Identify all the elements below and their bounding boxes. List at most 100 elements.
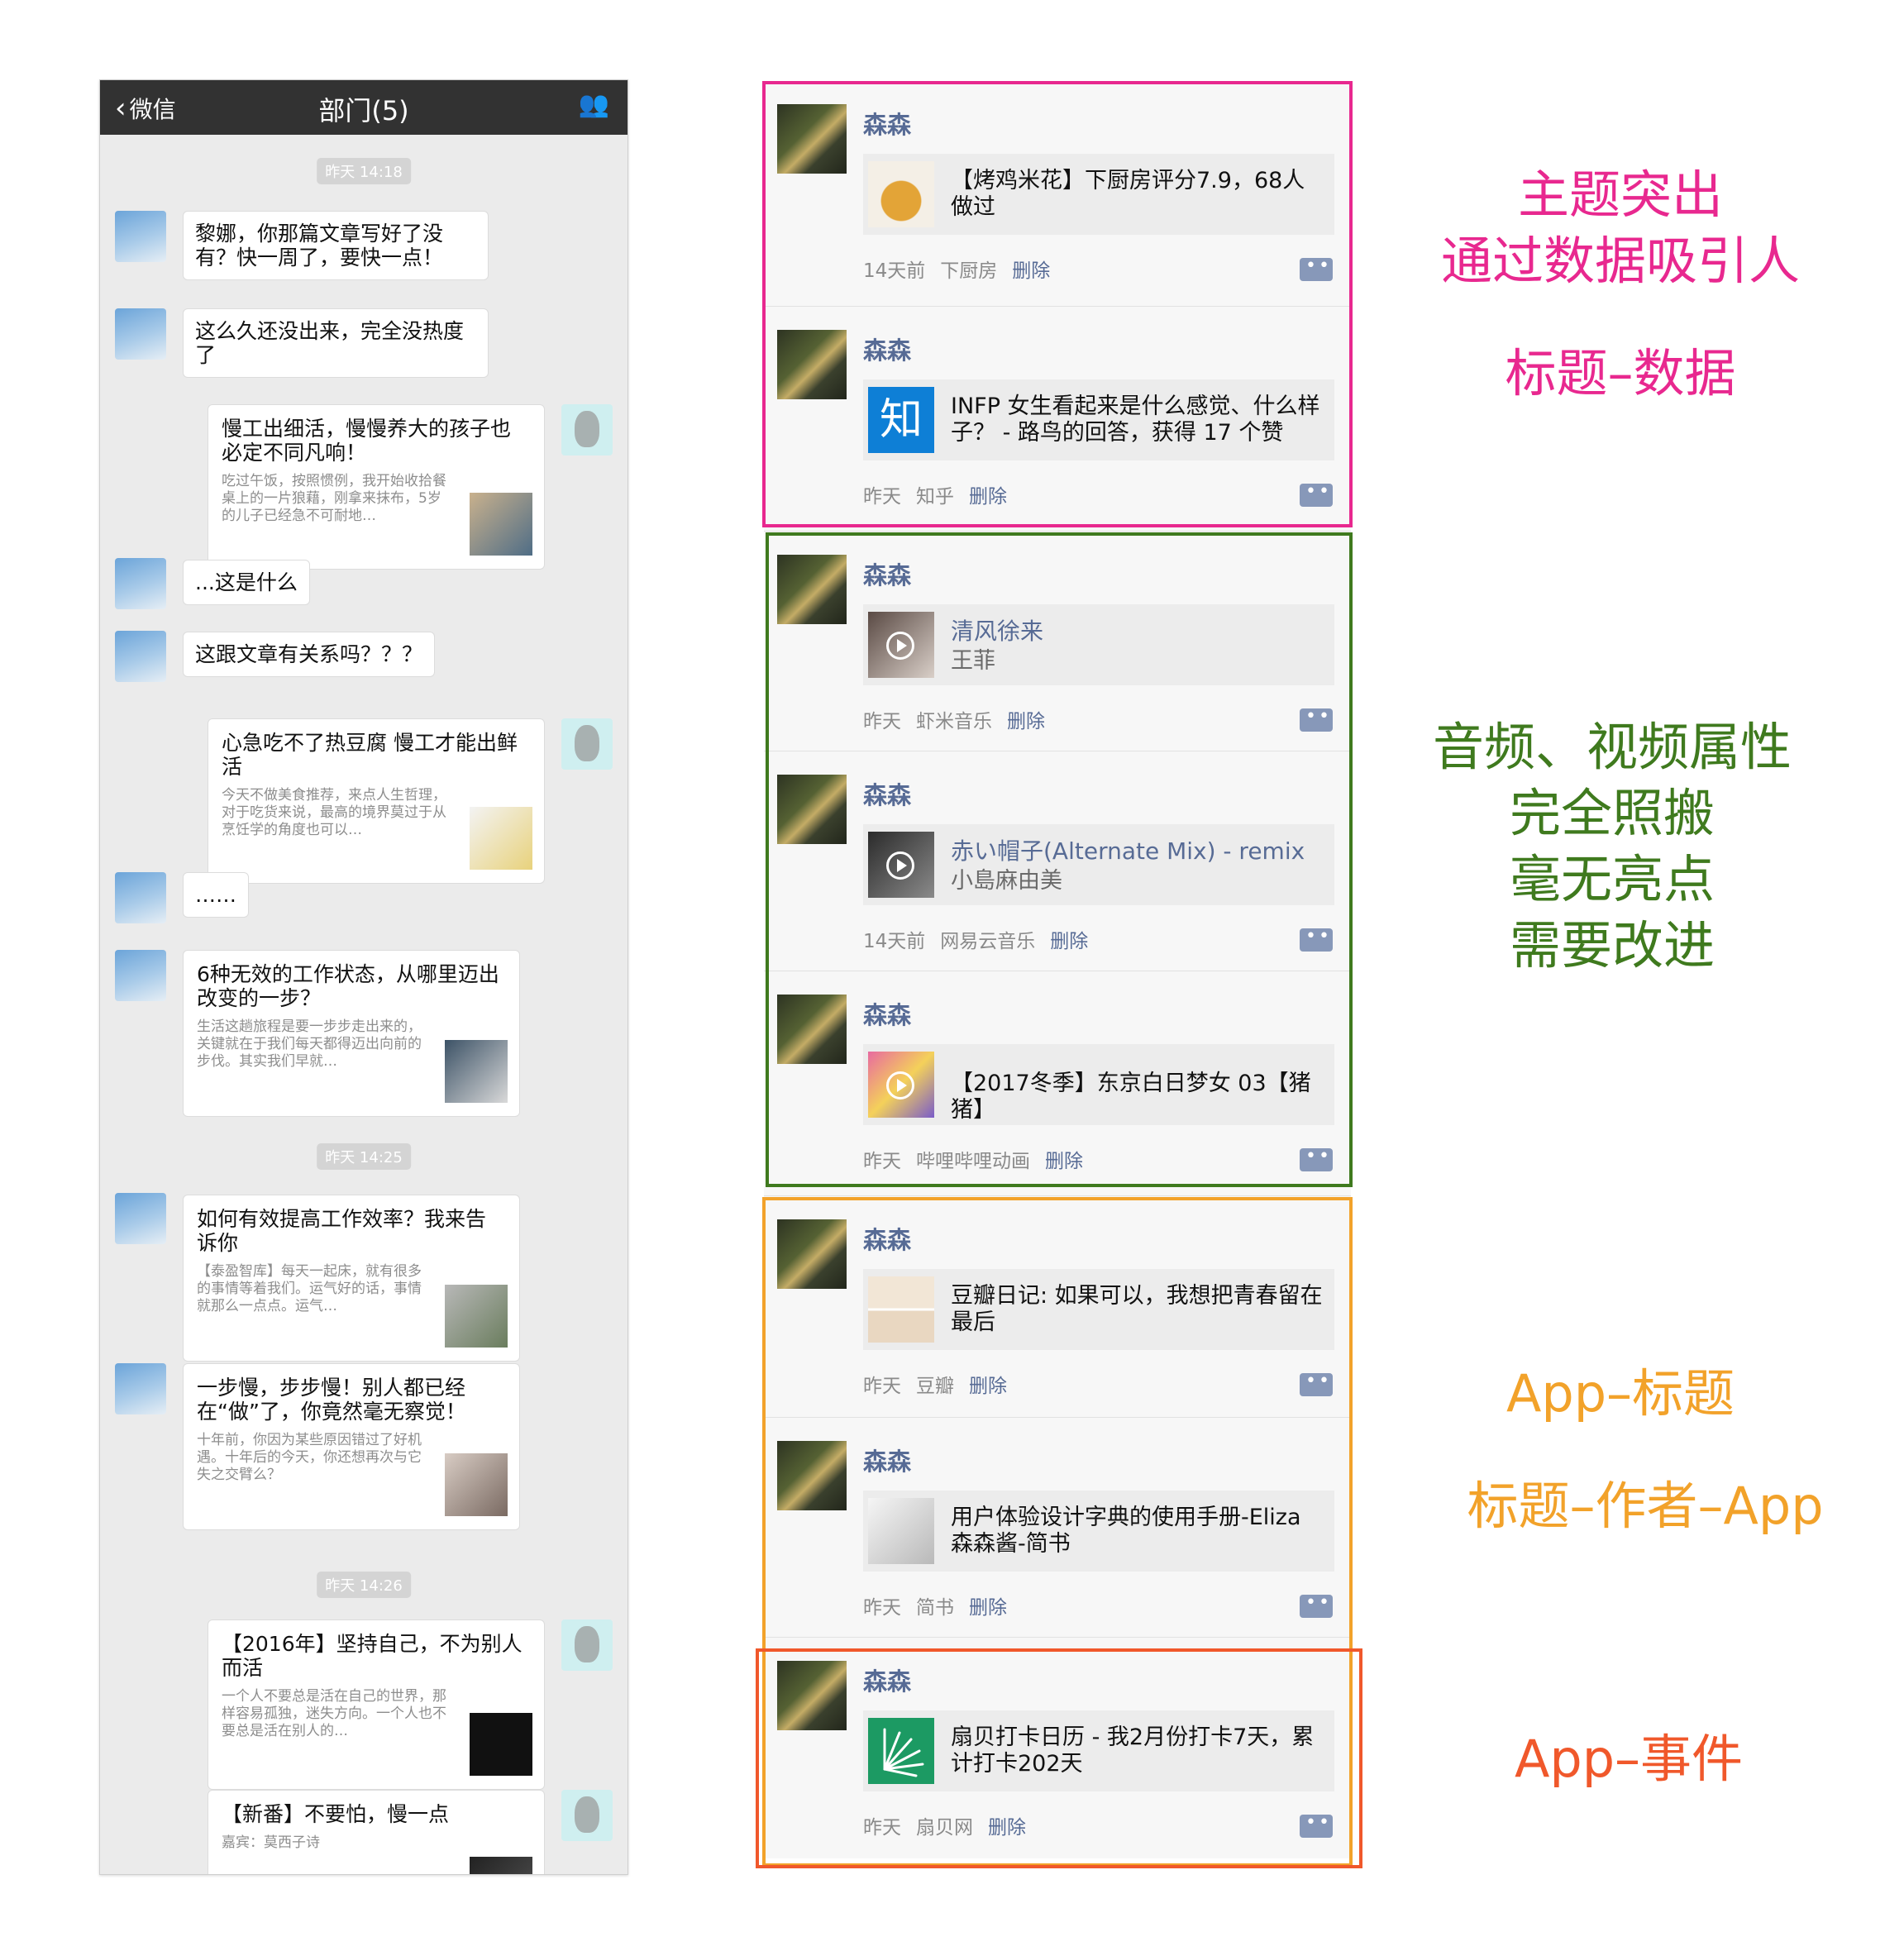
user-name[interactable]: 森森 xyxy=(863,106,911,141)
card-title: 一步慢，步步慢！别人都已经在“做”了，你竟然毫无察觉！ xyxy=(197,1376,466,1424)
source-app[interactable]: 哔哩哔哩动画 xyxy=(916,1151,1030,1172)
song-title: 赤い帽子(Alternate Mix) - remix xyxy=(951,837,1305,865)
source-app[interactable]: 下厨房 xyxy=(940,260,997,282)
shared-link-title: 【烤鸡米花】下厨房评分7.9，68人做过 xyxy=(951,168,1305,220)
user-name[interactable]: 森森 xyxy=(863,556,911,591)
avatar[interactable] xyxy=(561,1790,613,1841)
shared-link-title: 【2017冬季】东京白日梦女 03【猪猪】 xyxy=(951,1071,1311,1123)
play-icon[interactable] xyxy=(886,632,914,660)
shared-link-card[interactable]: 扇贝打卡日历 - 我2月份打卡7天，累计打卡202天 xyxy=(863,1710,1334,1791)
comment-icon[interactable] xyxy=(1300,255,1333,281)
delete-link[interactable]: 删除 xyxy=(1012,260,1050,282)
avatar[interactable] xyxy=(561,718,613,770)
article-card[interactable]: 6种无效的工作状态，从哪里迈出改变的一步？ 生活这趟旅程是要一步步走出来的，关键… xyxy=(183,950,520,1117)
comment-icon[interactable] xyxy=(1300,1812,1333,1838)
post-time: 昨天 xyxy=(863,1376,901,1397)
user-name[interactable]: 森森 xyxy=(863,332,911,366)
message-bubble[interactable]: 黎娜，你那篇文章写好了没有？快一周了，要快一点！ xyxy=(183,211,489,280)
message-bubble[interactable]: …… xyxy=(183,872,249,918)
comment-icon[interactable] xyxy=(1300,1146,1333,1171)
avatar[interactable] xyxy=(777,995,847,1064)
user-name[interactable]: 森森 xyxy=(863,1443,911,1477)
post-time: 昨天 xyxy=(863,1597,901,1619)
card-description: 十年前，你因为某些原因错过了好机遇。十年后的今天，你还想再次与它失之交臂么？ xyxy=(197,1432,422,1483)
timestamp: 昨天 14:25 xyxy=(317,1143,411,1170)
message-bubble[interactable]: ...这是什么 xyxy=(183,560,310,605)
user-name[interactable]: 森森 xyxy=(863,1662,911,1697)
shared-music-card[interactable]: 清风徐来 王菲 xyxy=(863,604,1334,685)
card-description: 嘉宾：莫西子诗 xyxy=(222,1834,320,1851)
avatar[interactable] xyxy=(777,775,847,844)
article-card[interactable]: 慢工出细活，慢慢养大的孩子也必定不同凡响！ 吃过午饭，按照惯例，我开始收拾餐桌上… xyxy=(208,404,545,570)
article-card[interactable]: 一步慢，步步慢！别人都已经在“做”了，你竟然毫无察觉！ 十年前，你因为某些原因错… xyxy=(183,1363,520,1530)
album-cover xyxy=(868,612,934,678)
shared-link-card[interactable]: 知 INFP 女生看起来是什么感觉、什么样子？ - 路鸟的回答，获得 17 个赞 xyxy=(863,379,1334,460)
annotation-pink-2: 通过数据吸引人 xyxy=(1440,231,1800,291)
avatar[interactable] xyxy=(777,1441,847,1510)
avatar[interactable] xyxy=(777,1219,847,1289)
comment-icon[interactable] xyxy=(1300,926,1333,952)
avatar[interactable] xyxy=(561,404,613,456)
recipe-thumbnail xyxy=(868,161,934,227)
avatar[interactable] xyxy=(777,330,847,399)
avatar[interactable] xyxy=(115,631,166,682)
delete-link[interactable]: 删除 xyxy=(969,486,1007,508)
message-bubble[interactable]: 这么久还没出来，完全没热度了 xyxy=(183,308,489,378)
article-card[interactable]: 【新番】不要怕，慢一点 嘉宾：莫西子诗 xyxy=(208,1790,545,1874)
comment-icon[interactable] xyxy=(1300,1371,1333,1396)
avatar[interactable] xyxy=(115,872,166,923)
shared-link-title: INFP 女生看起来是什么感觉、什么样子？ - 路鸟的回答，获得 17 个赞 xyxy=(951,394,1320,446)
avatar[interactable] xyxy=(115,1363,166,1414)
avatar[interactable] xyxy=(115,308,166,360)
delete-link[interactable]: 删除 xyxy=(1045,1151,1083,1172)
delete-link[interactable]: 删除 xyxy=(969,1376,1007,1397)
comment-icon[interactable] xyxy=(1300,481,1333,507)
shared-feed: 森森 【烤鸡米花】下厨房评分7.9，68人做过 14天前下厨房删除 森森 知 I… xyxy=(764,81,1351,1858)
card-title: 【新番】不要怕，慢一点 xyxy=(222,1802,450,1826)
play-icon[interactable] xyxy=(886,1071,914,1100)
delete-link[interactable]: 删除 xyxy=(988,1817,1026,1839)
shared-link-title: 用户体验设计字典的使用手册-Eliza森森酱-简书 xyxy=(951,1505,1301,1557)
shared-link-title: 豆瓣日记: 如果可以，我想把青春留在最后 xyxy=(951,1283,1323,1335)
avatar[interactable] xyxy=(777,1661,847,1730)
play-icon[interactable] xyxy=(886,851,914,880)
delete-link[interactable]: 删除 xyxy=(1050,931,1088,952)
delete-link[interactable]: 删除 xyxy=(969,1597,1007,1619)
article-card[interactable]: 如何有效提高工作效率？我来告诉你 【泰盈智库】每天一起床，就有很多的事情等着我们… xyxy=(183,1195,520,1362)
source-app[interactable]: 虾米音乐 xyxy=(916,711,992,732)
post-time: 昨天 xyxy=(863,711,901,732)
annotation-green-2: 完全照搬 xyxy=(1509,783,1715,843)
article-card[interactable]: 心急吃不了热豆腐 慢工才能出鲜活 今天不做美食推荐，来点人生哲理，对于吃货来说，… xyxy=(208,718,545,884)
article-card[interactable]: 【2016年】坚持自己，不为别人而活 一个人不要总是活在自己的世界，那样容易孤独… xyxy=(208,1619,545,1790)
album-cover xyxy=(868,832,934,898)
avatar[interactable] xyxy=(115,211,166,262)
avatar[interactable] xyxy=(115,950,166,1001)
source-app[interactable]: 知乎 xyxy=(916,486,954,508)
item-meta: 昨天 虾米音乐 删除 xyxy=(863,705,1060,733)
item-meta: 昨天 哔哩哔哩动画 删除 xyxy=(863,1145,1098,1173)
user-name[interactable]: 森森 xyxy=(863,776,911,811)
source-app[interactable]: 简书 xyxy=(916,1597,954,1619)
avatar[interactable] xyxy=(115,558,166,609)
group-icon[interactable]: 👥 xyxy=(579,90,609,119)
message-bubble[interactable]: 这跟文章有关系吗？？？ xyxy=(183,632,436,677)
avatar[interactable] xyxy=(777,555,847,624)
source-app[interactable]: 网易云音乐 xyxy=(940,931,1035,952)
annotation-orange-1: App–标题 xyxy=(1506,1363,1735,1424)
shared-link-card[interactable]: 用户体验设计字典的使用手册-Eliza森森酱-简书 xyxy=(863,1491,1334,1572)
comment-icon[interactable] xyxy=(1300,1592,1333,1618)
comment-icon[interactable] xyxy=(1300,706,1333,732)
shared-video-card[interactable]: 【2017冬季】东京白日梦女 03【猪猪】 xyxy=(863,1044,1334,1125)
avatar[interactable] xyxy=(561,1619,613,1671)
avatar[interactable] xyxy=(115,1193,166,1244)
delete-link[interactable]: 删除 xyxy=(1007,711,1045,732)
user-name[interactable]: 森森 xyxy=(863,1221,911,1256)
shared-link-card[interactable]: 豆瓣日记: 如果可以，我想把青春留在最后 xyxy=(863,1269,1334,1350)
source-app[interactable]: 豆瓣 xyxy=(916,1376,954,1397)
shared-link-card[interactable]: 【烤鸡米花】下厨房评分7.9，68人做过 xyxy=(863,154,1334,235)
shared-music-card[interactable]: 赤い帽子(Alternate Mix) - remix 小島麻由美 xyxy=(863,824,1334,905)
user-name[interactable]: 森森 xyxy=(863,996,911,1031)
avatar[interactable] xyxy=(777,104,847,174)
source-app[interactable]: 扇贝网 xyxy=(916,1817,973,1839)
shared-link-title: 扇贝打卡日历 - 我2月份打卡7天，累计打卡202天 xyxy=(951,1724,1315,1777)
